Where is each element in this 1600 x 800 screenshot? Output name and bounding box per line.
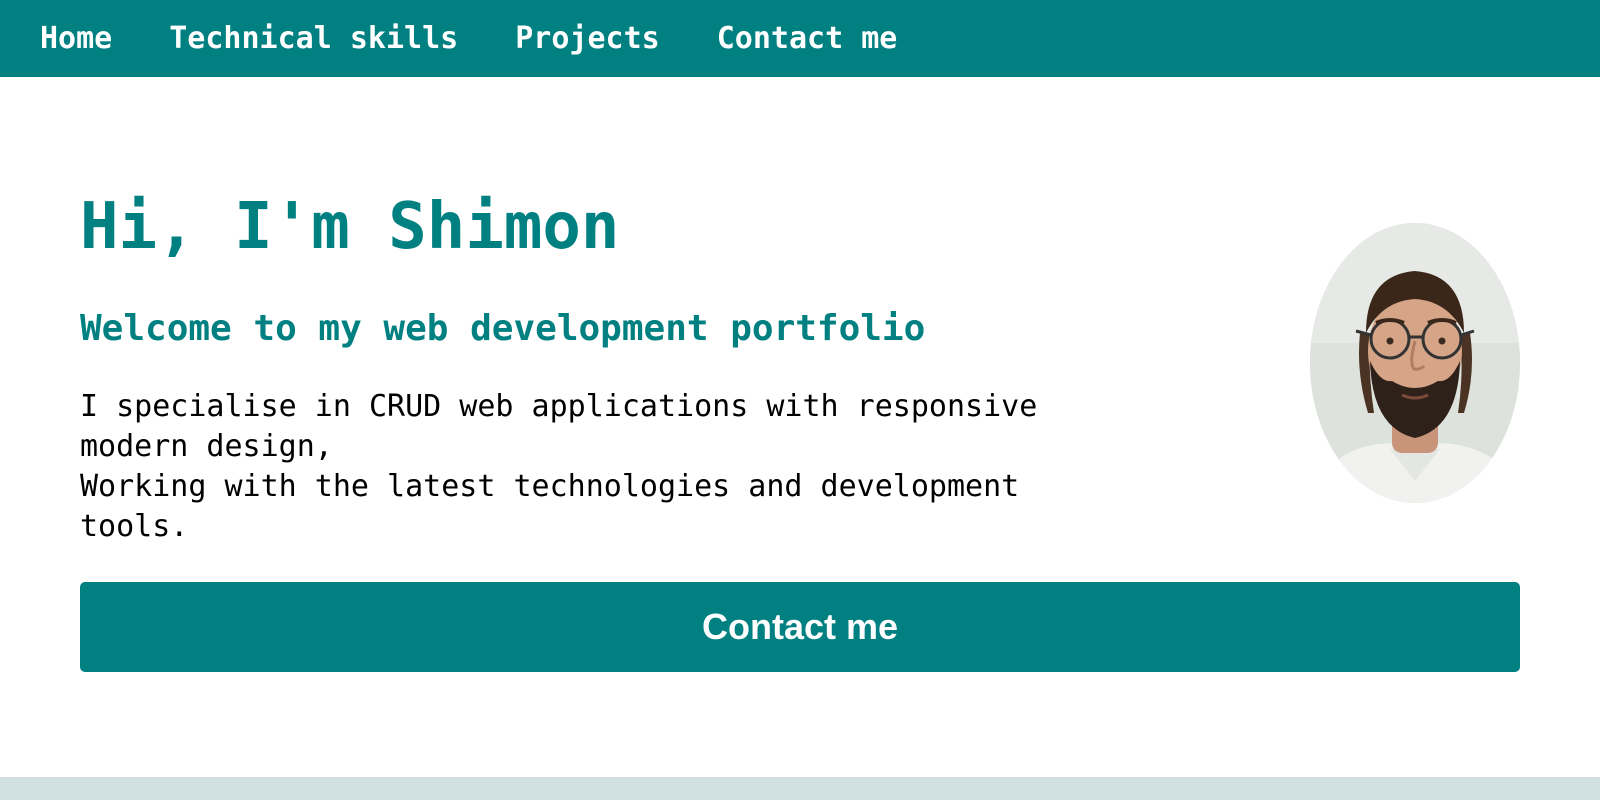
person-icon bbox=[1310, 223, 1520, 503]
hero-description-line-1: I specialise in CRUD web applications wi… bbox=[80, 389, 1038, 464]
navbar: Home Technical skills Projects Contact m… bbox=[0, 0, 1600, 77]
footer-strip bbox=[0, 777, 1600, 800]
hero-description: I specialise in CRUD web applications wi… bbox=[80, 387, 1120, 547]
nav-link-contact[interactable]: Contact me bbox=[717, 23, 898, 54]
nav-link-projects[interactable]: Projects bbox=[515, 23, 660, 54]
hero-section: Hi, I'm Shimon Welcome to my web develop… bbox=[0, 77, 1600, 777]
hero-subtitle: Welcome to my web development portfolio bbox=[80, 308, 926, 349]
nav-link-home[interactable]: Home bbox=[40, 23, 112, 54]
nav-link-technical-skills[interactable]: Technical skills bbox=[169, 23, 458, 54]
hero-description-line-2: Working with the latest technologies and… bbox=[80, 469, 1020, 544]
hero-title: Hi, I'm Shimon bbox=[80, 190, 620, 264]
contact-me-button[interactable]: Contact me bbox=[80, 582, 1520, 672]
profile-photo bbox=[1310, 223, 1520, 503]
